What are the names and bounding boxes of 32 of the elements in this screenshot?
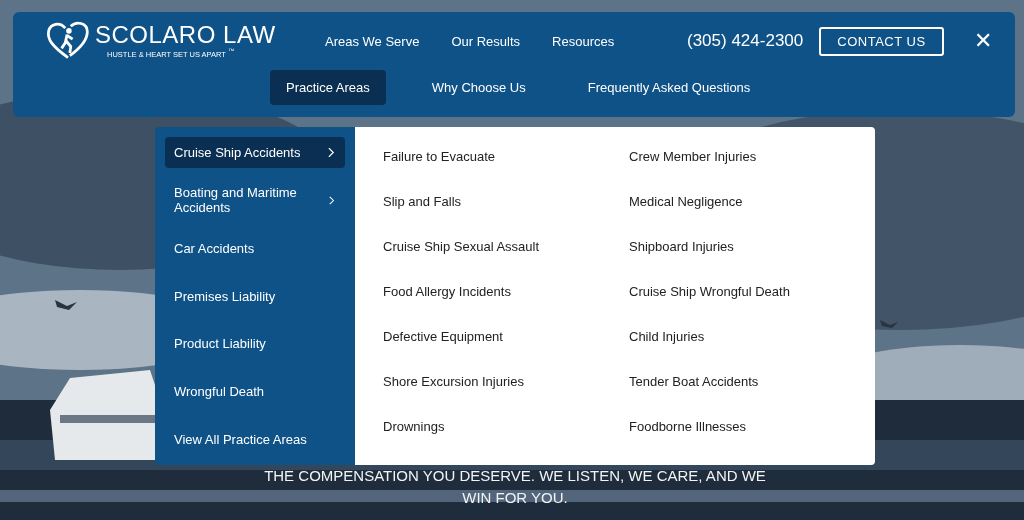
menu-item[interactable]: Cruise Ship Accidents	[165, 137, 345, 168]
contact-button[interactable]: CONTACT US	[819, 26, 944, 56]
phone-link[interactable]: (305) 424-2300	[687, 31, 804, 51]
submenu-link[interactable]: Medical Negligence	[629, 193, 875, 210]
submenu-link[interactable]: Shore Excursion Injuries	[383, 373, 629, 390]
submenu-link[interactable]: Slip and Falls	[383, 193, 629, 210]
menu-item[interactable]: Premises Liability	[165, 280, 345, 312]
nav-tab[interactable]: Frequently Asked Questions	[571, 70, 767, 105]
menu-item[interactable]: View All Practice Areas	[165, 424, 345, 455]
submenu-link[interactable]: Defective Equipment	[383, 328, 629, 345]
nav-link[interactable]: Resources	[552, 33, 615, 49]
menu-item[interactable]: Product Liability	[165, 328, 345, 360]
menu-item[interactable]: Wrongful Death	[165, 376, 345, 408]
submenu-link[interactable]: Cruise Ship Sexual Assault	[383, 238, 629, 255]
submenu-link[interactable]: Failure to Evacuate	[383, 148, 629, 165]
hero-text: WIN FOR YOU.	[461, 488, 569, 508]
submenu-link[interactable]: Foodborne Illnesses	[629, 418, 875, 435]
submenu-link[interactable]: Shipboard Injuries	[629, 238, 875, 255]
nav-tab[interactable]: Why Choose Us	[415, 70, 542, 105]
submenu-link[interactable]: Cruise Ship Wrongful Death	[629, 283, 875, 300]
nav-link[interactable]: Areas We Serve	[325, 33, 420, 49]
submenu-link[interactable]: Child Injuries	[629, 328, 875, 345]
nav-tab[interactable]: Practice Areas	[270, 70, 386, 105]
menu-item[interactable]: Boating and Maritime Accidents	[165, 184, 345, 216]
logo-name: SCOLARO LAW	[95, 23, 276, 48]
submenu-link[interactable]: Food Allergy Incidents	[383, 283, 629, 300]
submenu-link[interactable]: Crew Member Injuries	[629, 148, 875, 165]
hero-text: THE COMPENSATION YOU DESERVE. WE LISTEN, WE CARE, AND WE	[263, 466, 767, 486]
menu-item[interactable]: Car Accidents	[165, 232, 345, 264]
nav-link[interactable]: Our Results	[451, 33, 521, 49]
submenu-link[interactable]: Drownings	[383, 418, 629, 435]
submenu-link[interactable]: Tender Boat Accidents	[629, 373, 875, 390]
